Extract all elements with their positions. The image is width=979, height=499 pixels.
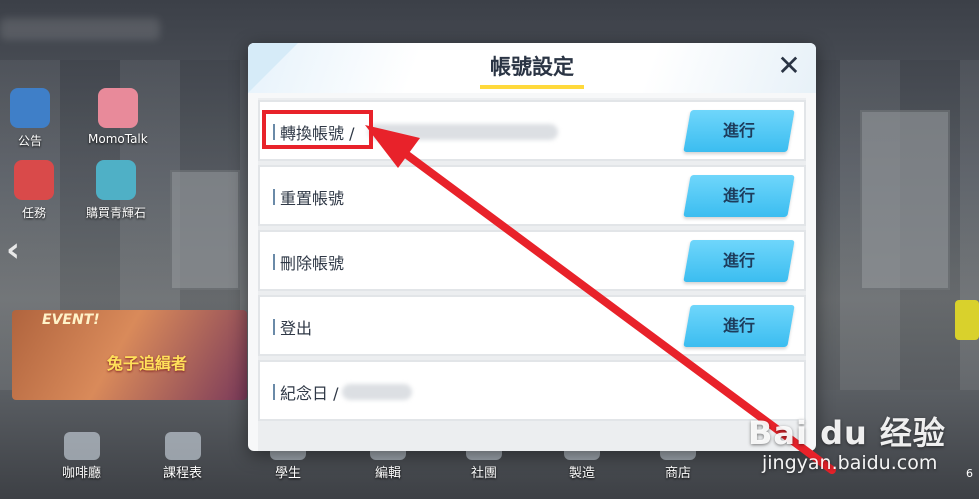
baidu-watermark-logo: Bai du 经验 — [748, 414, 946, 452]
baidu-watermark-url: jingyan.baidu.com — [762, 452, 938, 474]
